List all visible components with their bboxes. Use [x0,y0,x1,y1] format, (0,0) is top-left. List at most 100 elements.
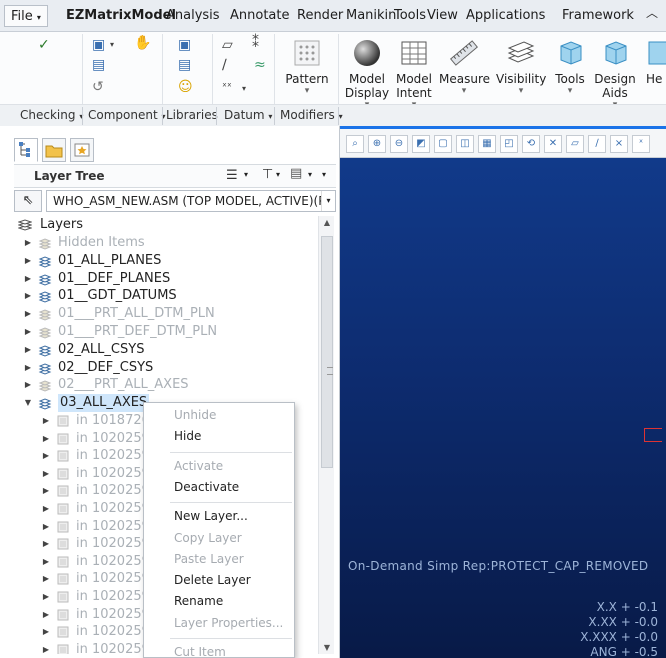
saved-orientations-icon[interactable]: ◫ [456,135,474,153]
tab-manikin[interactable]: Manikin [346,8,396,23]
expand-right-icon[interactable]: ▶ [40,465,52,483]
select-cursor-button[interactable]: ⇖ [14,190,42,212]
layer-row[interactable]: ▶ Hidden Items [14,234,314,252]
menu-item-hide[interactable]: Hide [144,426,294,447]
menu-item-copy-layer[interactable]: Copy Layer [144,528,294,549]
layer-row[interactable]: ▶ 02___PRT_ALL_AXES [14,376,314,394]
expand-right-icon[interactable]: ▶ [40,588,52,606]
point-display-icon[interactable]: × [610,135,628,153]
expand-right-icon[interactable]: ▶ [22,234,34,252]
tab-render[interactable]: Render [297,8,343,23]
menu-item-cut-item[interactable]: Cut Item [144,642,294,657]
refresh-icon[interactable]: ↺ [92,80,104,94]
expand-down-icon[interactable]: ▼ [22,394,34,412]
tools-button[interactable]: Tools ▾ [545,34,595,104]
spin-center-icon[interactable]: ⟲ [522,135,540,153]
tab-ezmatrixmodel[interactable]: EZMatrixModel [66,8,176,23]
group-libraries[interactable]: Libraries [166,108,218,122]
axis-display-icon[interactable]: ∕ [588,135,606,153]
zoom-in-icon[interactable]: ⊕ [368,135,386,153]
component-icon[interactable]: ▣ [92,38,105,52]
sketch-icon[interactable]: ≈ [254,58,266,72]
refit-icon[interactable]: ⌕ [346,135,364,153]
chevron-up-icon[interactable]: ︿ [646,4,658,21]
plane-display-icon[interactable]: ▱ [566,135,584,153]
tab-framework[interactable]: Framework [562,8,634,23]
measure-button[interactable]: Measure ▾ [439,34,490,104]
visibility-button[interactable]: Visibility ▾ [496,34,546,104]
library-icon[interactable]: ▣ [178,38,191,52]
smiley-icon[interactable]: ☺ [178,80,193,94]
tab-model-tree[interactable] [14,138,38,162]
menu-item-paste-layer[interactable]: Paste Layer [144,549,294,570]
tab-tools[interactable]: Tools [394,8,426,23]
expand-right-icon[interactable]: ▶ [40,641,52,654]
menu-item-layer-properties[interactable]: Layer Properties... [144,613,294,634]
expand-right-icon[interactable]: ▶ [40,535,52,553]
layer-row[interactable]: ▶ 02_ALL_CSYS [14,341,314,359]
expand-right-icon[interactable]: ▶ [40,606,52,624]
expand-right-icon[interactable]: ▶ [40,518,52,536]
chevron-down-icon[interactable]: ▾ [308,170,312,179]
tab-view[interactable]: View [427,8,458,23]
menu-item-deactivate[interactable]: Deactivate [144,477,294,498]
chevron-down-icon[interactable]: ▾ [244,170,248,179]
vertical-scrollbar[interactable]: ▲ ▼ [318,216,334,654]
model-intent-button[interactable]: Model Intent ▾ [389,34,439,110]
menu-item-new-layer[interactable]: New Layer... [144,506,294,527]
model-display-button[interactable]: Model Display ▾ [342,34,392,110]
model-selector[interactable]: WHO_ASM_NEW.ASM (TOP MODEL, ACTIVE)(PF ▾ [46,190,336,212]
expand-right-icon[interactable]: ▶ [22,252,34,270]
layer-row[interactable]: ▶ 01__GDT_DATUMS [14,287,314,305]
expand-right-icon[interactable]: ▶ [40,553,52,571]
layer-display-icon[interactable]: ☰ [226,168,238,183]
group-modifiers[interactable]: Modifiers ▾ [280,108,343,122]
scroll-down-icon[interactable]: ▼ [319,643,335,652]
layer-row[interactable]: ▶ 01___PRT_ALL_DTM_PLN [14,305,314,323]
scrollbar-thumb[interactable] [321,236,333,468]
layer-row[interactable]: ▶ 01___PRT_DEF_DTM_PLN [14,323,314,341]
menu-item-activate[interactable]: Activate [144,456,294,477]
menu-item-delete-layer[interactable]: Delete Layer [144,570,294,591]
expand-right-icon[interactable]: ▶ [22,323,34,341]
expand-right-icon[interactable]: ▶ [40,447,52,465]
tree-root-layers[interactable]: Layers [14,216,314,234]
group-component[interactable]: Component ▾ [88,108,166,122]
tab-folder-browser[interactable] [42,138,66,162]
tab-analysis[interactable]: Analysis [166,8,220,23]
expand-right-icon[interactable]: ▶ [40,570,52,588]
datum-plane-icon[interactable]: ▱ [222,38,233,52]
expand-right-icon[interactable]: ▶ [22,287,34,305]
repaint-icon[interactable]: ◩ [412,135,430,153]
expand-right-icon[interactable]: ▶ [40,500,52,518]
menu-item-unhide[interactable]: Unhide [144,405,294,426]
settings-list-icon[interactable]: ▤ [290,166,302,181]
hand-drag-icon[interactable]: ✋ [134,36,151,50]
group-datum[interactable]: Datum ▾ [224,108,272,122]
tab-annotate[interactable]: Annotate [230,8,289,23]
graphics-viewport[interactable]: On-Demand Simp Rep:PROTECT_CAP_REMOVED X… [340,158,666,658]
library-add-icon[interactable]: ▤ [178,58,191,72]
layer-row[interactable]: ▶ 01__DEF_PLANES [14,270,314,288]
tree-filter-icon[interactable]: ⊤ [262,167,273,182]
component-list-icon[interactable]: ▤ [92,58,105,72]
help-button[interactable]: He [640,34,666,104]
menu-item-rename[interactable]: Rename [144,591,294,612]
expand-right-icon[interactable]: ▶ [40,430,52,448]
expand-right-icon[interactable]: ▶ [22,305,34,323]
zoom-out-icon[interactable]: ⊖ [390,135,408,153]
expand-right-icon[interactable]: ▶ [22,270,34,288]
view-manager-icon[interactable]: ▦ [478,135,496,153]
expand-right-icon[interactable]: ▶ [40,482,52,500]
chevron-down-icon[interactable]: ▾ [276,170,280,179]
expand-right-icon[interactable]: ▶ [22,376,34,394]
csys-display-icon[interactable]: ˣ [632,135,650,153]
group-checking[interactable]: Checking ▾ [20,108,83,122]
layer-row[interactable]: ▶ 02__DEF_CSYS [14,359,314,377]
check-icon[interactable]: ✓ [38,38,50,52]
scroll-up-icon[interactable]: ▲ [319,218,335,227]
perspective-icon[interactable]: ◰ [500,135,518,153]
datum-axis-icon[interactable]: ∕ [222,58,227,72]
datum-display-filter-icon[interactable]: ✕ [544,135,562,153]
design-aids-button[interactable]: Design Aids ▾ [590,34,640,110]
